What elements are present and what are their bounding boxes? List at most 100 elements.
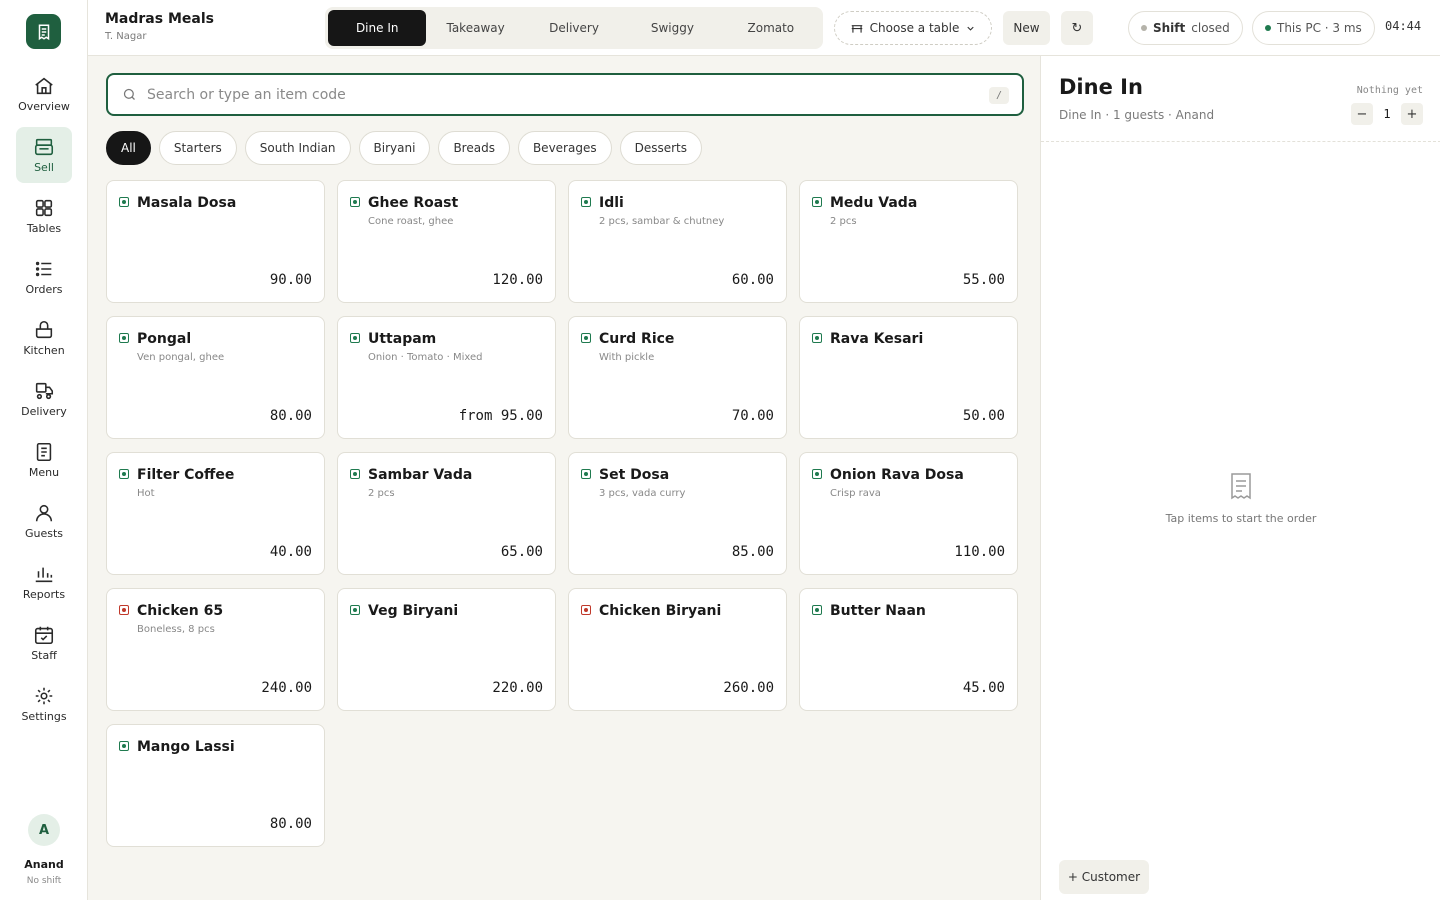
search-input[interactable]: Search or type an item code <box>147 87 346 103</box>
sidebar-item-label: Delivery <box>21 405 67 418</box>
item-price: 90.00 <box>269 272 312 288</box>
sidebar-item-label: Menu <box>28 466 60 479</box>
refresh-button[interactable]: ↻ <box>1061 11 1093 45</box>
sidebar-nav: Overview Sell Tables Orders Kitchen Deli… <box>0 66 88 737</box>
menu-item-card[interactable]: Set Dosa 3 pcs, vada curry 85.00 <box>568 452 787 575</box>
menu-item-card[interactable]: Chicken 65 Boneless, 8 pcs 240.00 <box>106 588 325 711</box>
sidebar-item-delivery[interactable]: Delivery <box>16 371 72 427</box>
item-description: Crisp rava <box>830 488 881 499</box>
search-bar[interactable]: Search or type an item code / <box>106 73 1024 116</box>
category-filter-south-indian[interactable]: South Indian <box>244 131 351 165</box>
menu-item-card[interactable]: Mango Lassi 80.00 <box>106 724 325 847</box>
sidebar-item-label: Kitchen <box>23 344 65 357</box>
item-description: 2 pcs <box>368 488 395 499</box>
tab-zomato[interactable]: Zomato <box>722 10 820 46</box>
bar-chart-icon <box>35 567 53 583</box>
category-filter-biryani[interactable]: Biryani <box>358 131 431 165</box>
guest-count-stepper: − 1 + <box>1351 103 1423 125</box>
add-customer-button[interactable]: + Customer <box>1059 860 1149 894</box>
menu-item-card[interactable]: Rava Kesari 50.00 <box>799 316 1018 439</box>
menu-item-card[interactable]: Onion Rava Dosa Crisp rava 110.00 <box>799 452 1018 575</box>
menu-item-card[interactable]: Filter Coffee Hot 40.00 <box>106 452 325 575</box>
sidebar-item-tables[interactable]: Tables <box>16 188 72 244</box>
menu-item-card[interactable]: Medu Vada 2 pcs 55.00 <box>799 180 1018 303</box>
tab-takeaway[interactable]: Takeaway <box>426 10 524 46</box>
sidebar-item-sell[interactable]: Sell <box>16 127 72 183</box>
restaurant-name: Madras Meals <box>105 11 214 27</box>
veg-indicator-icon <box>812 333 822 343</box>
sidebar-item-label: Tables <box>26 222 62 235</box>
category-filter-beverages[interactable]: Beverages <box>517 131 612 165</box>
search-shortcut-hint: / <box>989 87 1009 104</box>
item-name: Veg Biryani <box>368 603 459 619</box>
increase-guests-button[interactable]: + <box>1401 103 1423 125</box>
menu-item-card[interactable]: Chicken Biryani 260.00 <box>568 588 787 711</box>
order-subtitle: Dine In · 1 guests · Anand <box>1059 108 1215 122</box>
sidebar-item-staff[interactable]: Staff <box>16 615 72 671</box>
sidebar-item-overview[interactable]: Overview <box>16 66 72 122</box>
veg-indicator-icon <box>119 469 129 479</box>
sidebar-item-label: Reports <box>22 588 66 601</box>
item-price: 240.00 <box>261 680 312 696</box>
category-filter-all[interactable]: All <box>106 131 151 165</box>
register-icon <box>34 138 54 156</box>
veg-indicator-icon <box>581 333 591 343</box>
empty-order-message: Tap items to start the order <box>1165 512 1317 525</box>
item-name: Idli <box>599 195 624 211</box>
item-price: 45.00 <box>962 680 1005 696</box>
menu-item-card[interactable]: Veg Biryani 220.00 <box>337 588 556 711</box>
item-price: from 95.00 <box>458 408 543 424</box>
new-order-button[interactable]: New <box>1003 11 1050 45</box>
item-description: Cone roast, ghee <box>368 216 454 227</box>
empty-order-state: Tap items to start the order <box>1041 472 1440 525</box>
receipt-icon <box>1231 473 1251 500</box>
menu-item-card[interactable]: Ghee Roast Cone roast, ghee 120.00 <box>337 180 556 303</box>
menu-item-card[interactable]: Pongal Ven pongal, ghee 80.00 <box>106 316 325 439</box>
tab-dine-in[interactable]: Dine In <box>328 10 427 46</box>
veg-indicator-icon <box>350 469 360 479</box>
menu-item-card[interactable]: Idli 2 pcs, sambar & chutney 60.00 <box>568 180 787 303</box>
guest-count: 1 <box>1383 107 1391 121</box>
veg-indicator-icon <box>350 605 360 615</box>
choose-table-label: Choose a table <box>869 21 960 35</box>
sidebar-item-guests[interactable]: Guests <box>16 493 72 549</box>
nonveg-indicator-icon <box>581 605 591 615</box>
menu-item-card[interactable]: Sambar Vada 2 pcs 65.00 <box>337 452 556 575</box>
document-icon <box>36 442 52 462</box>
item-name: Chicken Biryani <box>599 603 722 619</box>
sidebar-item-label: Sell <box>34 161 54 174</box>
person-icon <box>35 504 53 522</box>
item-name: Masala Dosa <box>137 195 237 211</box>
app-logo[interactable] <box>26 14 61 49</box>
category-filter-starters[interactable]: Starters <box>158 131 237 165</box>
shift-status-badge[interactable]: Shift closed <box>1128 11 1243 45</box>
item-price: 80.00 <box>269 816 312 832</box>
sidebar-item-settings[interactable]: Settings <box>16 676 72 732</box>
item-price: 65.00 <box>500 544 543 560</box>
item-name: Chicken 65 <box>137 603 224 619</box>
decrease-guests-button[interactable]: − <box>1351 103 1373 125</box>
menu-item-card[interactable]: Curd Rice With pickle 70.00 <box>568 316 787 439</box>
menu-item-card[interactable]: Uttapam Onion · Tomato · Mixed from 95.00 <box>337 316 556 439</box>
menu-item-card[interactable]: Masala Dosa 90.00 <box>106 180 325 303</box>
tab-delivery[interactable]: Delivery <box>525 10 623 46</box>
sidebar-item-orders[interactable]: Orders <box>16 249 72 305</box>
choose-table-dropdown[interactable]: Choose a table <box>834 11 992 45</box>
sidebar-item-menu[interactable]: Menu <box>16 432 72 488</box>
item-name: Ghee Roast <box>368 195 459 211</box>
sidebar-item-reports[interactable]: Reports <box>16 554 72 610</box>
sidebar-item-kitchen[interactable]: Kitchen <box>16 310 72 366</box>
veg-indicator-icon <box>119 741 129 751</box>
search-icon <box>123 88 135 100</box>
category-filter-desserts[interactable]: Desserts <box>619 131 702 165</box>
device-status-badge[interactable]: This PC · 3 ms <box>1252 11 1375 45</box>
category-filter-breads[interactable]: Breads <box>438 131 510 165</box>
veg-indicator-icon <box>350 197 360 207</box>
item-price: 220.00 <box>492 680 543 696</box>
user-profile[interactable]: A Anand No shift <box>0 814 88 886</box>
tab-swiggy[interactable]: Swiggy <box>623 10 721 46</box>
menu-item-card[interactable]: Butter Naan 45.00 <box>799 588 1018 711</box>
restaurant-location: T. Nagar <box>105 31 147 42</box>
sidebar-item-label: Orders <box>25 283 63 296</box>
shift-status-text: closed <box>1191 21 1230 35</box>
